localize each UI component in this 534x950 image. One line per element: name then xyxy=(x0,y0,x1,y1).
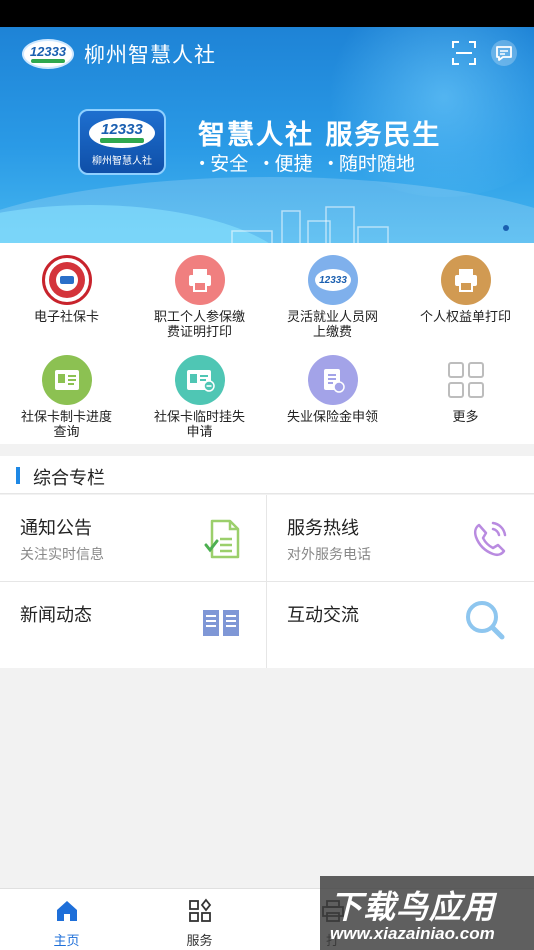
banner-tag: 便捷 xyxy=(262,149,313,176)
printer-icon xyxy=(440,255,491,305)
service-more[interactable]: 更多 xyxy=(399,355,532,425)
service-rights-statement-print[interactable]: 个人权益单打印 xyxy=(399,255,532,325)
tab-home[interactable]: 主页 xyxy=(0,889,133,950)
section-marker xyxy=(16,467,20,484)
search-icon xyxy=(466,601,505,640)
message-icon[interactable] xyxy=(489,38,519,68)
card-title: 新闻动态 xyxy=(20,605,92,626)
banner-tag: 随时随地 xyxy=(327,149,415,176)
book-icon xyxy=(203,610,239,636)
card-title: 互动交流 xyxy=(287,605,359,626)
id-card-minus-icon xyxy=(174,355,225,405)
app-logo-number: 12333 xyxy=(29,43,67,59)
watermark-title: 下载鸟应用 xyxy=(330,888,496,926)
card-notices[interactable]: 通知公告 关注实时信息 xyxy=(0,495,266,581)
notice-doc-icon xyxy=(204,519,240,559)
scan-icon[interactable] xyxy=(450,39,478,67)
service-flexible-employment-pay[interactable]: 12333 灵活就业人员网上缴费 xyxy=(266,255,399,340)
banner-tags: 安全 便捷 随时随地 xyxy=(198,149,429,176)
carousel-indicator[interactable] xyxy=(503,225,509,231)
service-contribution-proof-print[interactable]: 职工个人参保缴费证明打印 xyxy=(133,255,266,340)
12333-icon: 12333 xyxy=(307,255,358,305)
card-title: 通知公告 xyxy=(20,518,92,539)
card-subtitle: 对外服务电话 xyxy=(287,547,371,563)
card-hotline[interactable]: 服务热线 对外服务电话 xyxy=(267,495,533,581)
promo-logo-name: 柳州智慧人社 xyxy=(92,155,152,167)
service-unemployment-benefit[interactable]: 失业保险金申领 xyxy=(266,355,399,425)
feature-cards: 通知公告 关注实时信息 服务热线 对外服务电话 新闻动态 互动交流 xyxy=(0,495,534,668)
service-card-loss-report[interactable]: 社保卡临时挂失申请 xyxy=(133,355,266,440)
more-grid-icon xyxy=(441,355,491,405)
card-subtitle: 关注实时信息 xyxy=(20,547,104,563)
apps-icon xyxy=(188,898,211,922)
section-header: 综合专栏 xyxy=(0,456,534,494)
watermark-url: www.xiazainiao.com xyxy=(330,924,495,943)
home-icon xyxy=(56,901,77,921)
watermark-overlay: 下载鸟应用 www.xiazainiao.com xyxy=(320,876,534,950)
card-interaction[interactable]: 互动交流 xyxy=(267,582,533,668)
card-title: 服务热线 xyxy=(287,518,359,539)
promo-logo-number: 12333 xyxy=(101,120,143,138)
service-electronic-ss-card[interactable]: 电子社保卡 xyxy=(0,255,133,325)
id-card-icon xyxy=(41,355,92,405)
social-security-card-icon xyxy=(41,255,92,305)
banner-slogan: 智慧人社 服务民生 xyxy=(198,120,442,151)
tab-services[interactable]: 服务 xyxy=(133,889,266,950)
app-title: 柳州智慧人社 xyxy=(84,43,216,67)
city-skyline-graphic xyxy=(231,206,389,243)
printer-icon xyxy=(174,255,225,305)
card-news[interactable]: 新闻动态 xyxy=(0,582,266,668)
svg-text:12333: 12333 xyxy=(319,275,347,286)
promo-logo: 12333 柳州智慧人社 xyxy=(78,109,166,175)
service-grid: 电子社保卡 职工个人参保缴费证明打印 12333 灵活就业人员网上缴费 个人权益… xyxy=(0,243,534,444)
section-title: 综合专栏 xyxy=(33,468,105,489)
document-icon xyxy=(307,355,358,405)
app-logo: 12333 xyxy=(22,39,74,69)
status-bar xyxy=(0,0,534,27)
service-card-progress-query[interactable]: 社保卡制卡进度查询 xyxy=(0,355,133,440)
app-brand: 12333 柳州智慧人社 xyxy=(22,39,216,69)
banner[interactable]: 12333 柳州智慧人社 12333 柳州智慧人社 智慧人社 服务民生 安全 便… xyxy=(0,27,534,243)
phone-icon xyxy=(473,521,507,557)
banner-tag: 安全 xyxy=(198,149,248,176)
